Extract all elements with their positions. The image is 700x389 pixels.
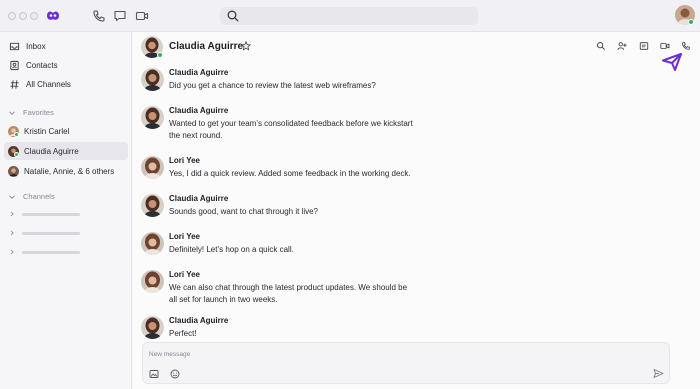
message-input[interactable] bbox=[149, 348, 649, 360]
presence-dot bbox=[14, 131, 19, 137]
favorites-section-header[interactable]: Favorites bbox=[8, 108, 54, 117]
voice-call-icon[interactable] bbox=[679, 39, 693, 53]
avatar[interactable] bbox=[141, 270, 164, 293]
sidebar-item-contacts[interactable]: Contacts bbox=[4, 56, 128, 74]
cursor-pointer-icon bbox=[662, 53, 682, 71]
sidebar-item-label: Natalie, Annie, & 6 others bbox=[24, 166, 115, 176]
presence-dot bbox=[14, 151, 19, 157]
video-call-icon[interactable] bbox=[658, 39, 672, 53]
message-author: Lori Yee bbox=[169, 270, 200, 279]
window-zoom-control[interactable] bbox=[30, 12, 38, 20]
channel-placeholder[interactable] bbox=[22, 232, 80, 235]
avatar[interactable] bbox=[141, 232, 164, 255]
avatar bbox=[8, 125, 19, 137]
avatar[interactable] bbox=[141, 106, 164, 129]
sidebar-item-claudia-aguirre[interactable]: Claudia Aguirre bbox=[4, 142, 128, 160]
sidebar-item-label: All Channels bbox=[26, 79, 71, 89]
message-composer bbox=[142, 342, 670, 384]
window-minimize-control[interactable] bbox=[19, 12, 27, 20]
send-icon[interactable] bbox=[653, 368, 664, 379]
message-author: Lori Yee bbox=[169, 156, 200, 165]
channels-section-header[interactable]: Channels bbox=[8, 192, 55, 201]
chat-icon[interactable] bbox=[112, 8, 128, 24]
message-author: Claudia Aguirre bbox=[169, 106, 229, 115]
message-text: Perfect! bbox=[169, 329, 197, 338]
favorites-section-title: Favorites bbox=[23, 108, 54, 117]
phone-icon[interactable] bbox=[91, 8, 107, 24]
sidebar-item-all-channels[interactable]: All Channels bbox=[4, 75, 128, 93]
avatar[interactable] bbox=[141, 156, 164, 179]
message-text: Definitely! Let’s hop on a quick call. bbox=[169, 245, 294, 254]
channel-placeholder[interactable] bbox=[22, 213, 80, 216]
contact-avatar[interactable] bbox=[141, 36, 163, 58]
app-window: Inbox Contacts All Channels Favorites Kr… bbox=[0, 0, 700, 389]
chevron-down-icon bbox=[9, 194, 15, 199]
message-text: Sounds good, want to chat through it liv… bbox=[169, 207, 318, 216]
title-bar bbox=[0, 0, 700, 32]
chevron-right-icon[interactable] bbox=[9, 230, 15, 236]
hash-icon bbox=[8, 78, 20, 90]
chevron-down-icon bbox=[9, 110, 15, 115]
add-user-icon[interactable] bbox=[615, 39, 629, 53]
message-text: Did you get a chance to review the lates… bbox=[169, 81, 376, 90]
app-logo-icon bbox=[47, 11, 59, 20]
window-close-control[interactable] bbox=[8, 12, 16, 20]
video-icon[interactable] bbox=[134, 8, 150, 24]
search-bar[interactable] bbox=[220, 7, 478, 25]
avatar[interactable] bbox=[141, 316, 164, 339]
message-author: Claudia Aguirre bbox=[169, 194, 229, 203]
sidebar-item-inbox[interactable]: Inbox bbox=[4, 37, 128, 55]
avatar[interactable] bbox=[141, 194, 164, 217]
message-text: Yes, I did a quick review. Added some fe… bbox=[169, 169, 411, 178]
contacts-icon bbox=[8, 59, 20, 71]
avatar bbox=[8, 145, 19, 157]
channels-section-title: Channels bbox=[23, 192, 55, 201]
search-icon[interactable] bbox=[594, 39, 608, 53]
avatar bbox=[8, 165, 19, 177]
presence-dot bbox=[157, 52, 163, 58]
chevron-right-icon[interactable] bbox=[9, 211, 15, 217]
inbox-icon bbox=[8, 40, 20, 52]
attachment-icon[interactable] bbox=[149, 369, 159, 379]
message-author: Lori Yee bbox=[169, 232, 200, 241]
conversation-header: Claudia Aguirre bbox=[133, 32, 700, 71]
sidebar-item-label: Inbox bbox=[26, 41, 46, 51]
message-author: Claudia Aguirre bbox=[169, 316, 229, 325]
sidebar-item-label: Contacts bbox=[26, 60, 58, 70]
sidebar-item-kristin-carlel[interactable]: Kristin Carlel bbox=[4, 122, 128, 140]
details-panel-icon[interactable] bbox=[637, 39, 651, 53]
message-text: We can also chat through the latest prod… bbox=[169, 283, 408, 304]
conversation-pane: Claudia Aguirre Claudia Aguirre Did you … bbox=[133, 32, 700, 389]
sidebar-item-label: Claudia Aguirre bbox=[24, 146, 79, 156]
chevron-right-icon[interactable] bbox=[9, 249, 15, 255]
channel-placeholder[interactable] bbox=[22, 251, 80, 254]
sidebar-item-label: Kristin Carlel bbox=[24, 126, 70, 136]
message-author: Claudia Aguirre bbox=[169, 68, 229, 77]
star-icon[interactable] bbox=[241, 41, 251, 51]
sidebar-item-group-chat[interactable]: Natalie, Annie, & 6 others bbox=[4, 162, 128, 180]
avatar[interactable] bbox=[141, 68, 164, 91]
search-icon bbox=[227, 10, 239, 22]
emoji-icon[interactable] bbox=[170, 369, 180, 379]
conversation-title: Claudia Aguirre bbox=[169, 41, 244, 52]
sidebar: Inbox Contacts All Channels Favorites Kr… bbox=[0, 32, 132, 389]
message-text: Wanted to get your team’s consolidated f… bbox=[169, 119, 413, 140]
current-user-presence-dot bbox=[688, 19, 694, 25]
